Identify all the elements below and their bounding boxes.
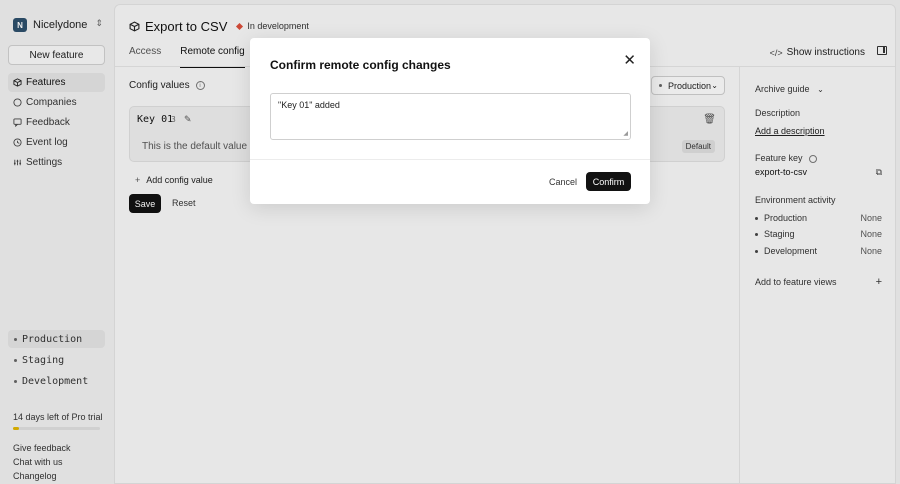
changes-textarea-value: "Key 01" added [278,100,340,110]
close-icon[interactable]: ✕ [623,51,636,69]
confirm-dialog: Confirm remote config changes ✕ "Key 01"… [250,38,650,204]
dialog-title: Confirm remote config changes [270,58,451,72]
dialog-divider [250,159,650,160]
cancel-button[interactable]: Cancel [549,177,577,187]
resize-handle-icon[interactable]: ◢ [623,130,628,137]
changes-textarea[interactable]: "Key 01" added ◢ [270,93,631,140]
confirm-button[interactable]: Confirm [586,172,631,191]
